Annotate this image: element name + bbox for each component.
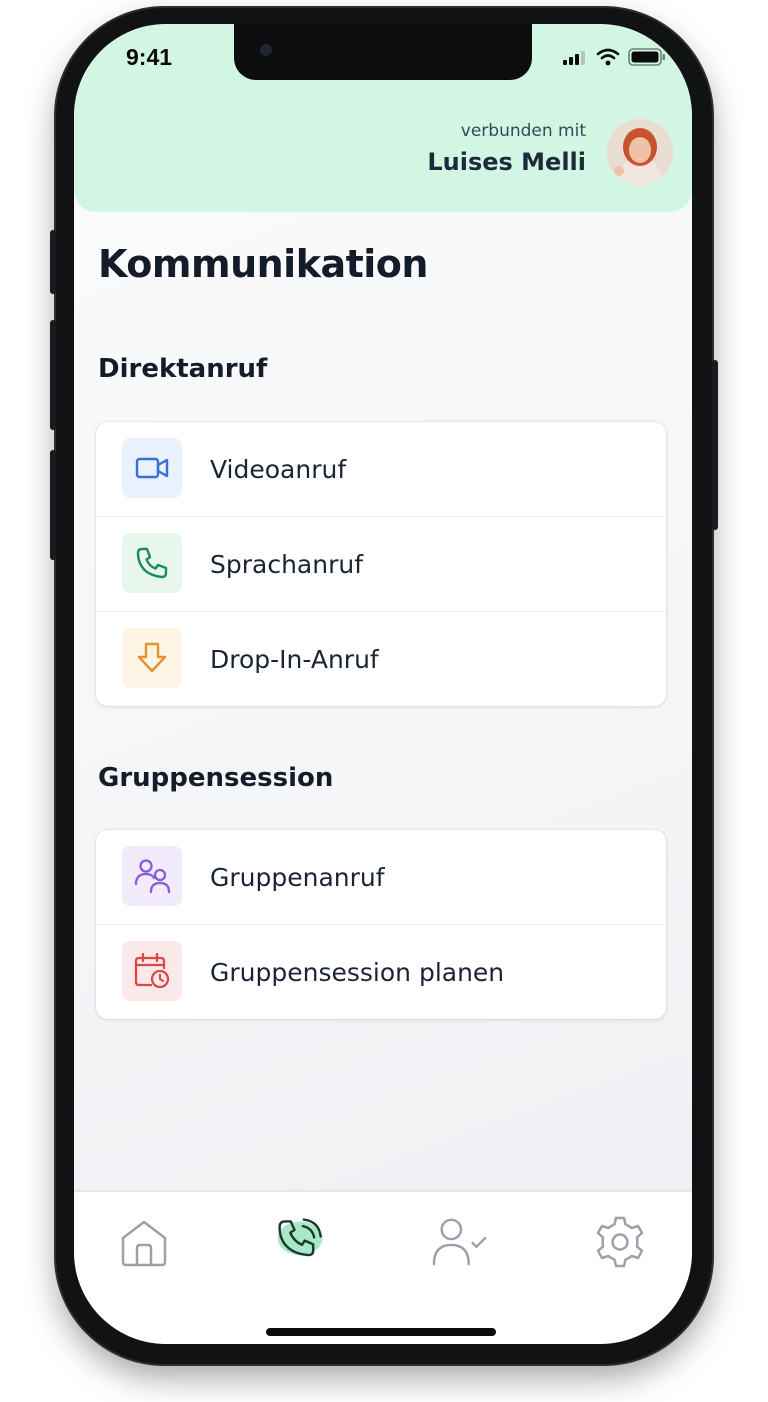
connected-name: Luises Melli bbox=[427, 148, 586, 176]
menu-item-label: Gruppenanruf bbox=[210, 862, 385, 892]
section-title-direktanruf: Direktanruf bbox=[98, 354, 268, 384]
menu-item-label: Videoanruf bbox=[210, 454, 347, 484]
wifi-icon bbox=[596, 48, 620, 66]
connected-label: verbunden mit bbox=[460, 121, 586, 141]
group-session-card: Gruppenanruf Gruppensession planen bbox=[96, 830, 666, 1019]
phone-call-icon bbox=[277, 1218, 323, 1257]
gear-icon bbox=[596, 1216, 644, 1268]
menu-item-label: Drop-In-Anruf bbox=[210, 644, 379, 674]
side-button-volume-down bbox=[50, 450, 56, 560]
avatar[interactable] bbox=[607, 119, 673, 185]
menu-item-drop-in-anruf[interactable]: Drop-In-Anruf bbox=[96, 611, 666, 706]
menu-item-label: Gruppensession planen bbox=[210, 957, 505, 987]
home-indicator bbox=[266, 1328, 496, 1336]
screen: 9:41 verbunden mit Luises Melli Kommunik… bbox=[74, 24, 692, 1344]
section-title-gruppensession: Gruppensession bbox=[98, 763, 334, 793]
user-check-icon bbox=[432, 1218, 487, 1266]
side-button-left bbox=[50, 230, 56, 294]
group-users-icon bbox=[122, 846, 182, 906]
battery-icon bbox=[628, 48, 665, 66]
home-icon bbox=[121, 1220, 167, 1267]
menu-item-gruppenanruf[interactable]: Gruppenanruf bbox=[96, 830, 666, 924]
tab-bar bbox=[74, 1190, 692, 1344]
menu-item-sprachanruf[interactable]: Sprachanruf bbox=[96, 516, 666, 611]
front-camera bbox=[260, 44, 272, 56]
side-button-power bbox=[712, 360, 718, 530]
tab-home[interactable] bbox=[116, 1214, 172, 1270]
status-icons bbox=[562, 48, 666, 66]
side-button-volume-up bbox=[50, 320, 56, 430]
phone-icon bbox=[122, 533, 182, 593]
calendar-clock-icon bbox=[122, 941, 182, 1001]
direct-call-card: Videoanruf Sprachanruf Drop-In-Anruf bbox=[96, 422, 666, 706]
menu-item-gruppensession-planen[interactable]: Gruppensession planen bbox=[96, 924, 666, 1019]
notch bbox=[234, 24, 532, 80]
arrow-down-icon bbox=[122, 628, 182, 688]
video-camera-icon bbox=[122, 438, 182, 498]
signal-icon bbox=[563, 51, 585, 65]
tab-settings[interactable] bbox=[592, 1214, 648, 1270]
menu-item-label: Sprachanruf bbox=[210, 549, 364, 579]
tab-calls[interactable] bbox=[274, 1214, 330, 1270]
status-time: 9:41 bbox=[126, 44, 173, 70]
page-title: Kommunikation bbox=[98, 242, 428, 286]
menu-item-videoanruf[interactable]: Videoanruf bbox=[96, 422, 666, 516]
tab-contacts[interactable] bbox=[432, 1214, 488, 1270]
